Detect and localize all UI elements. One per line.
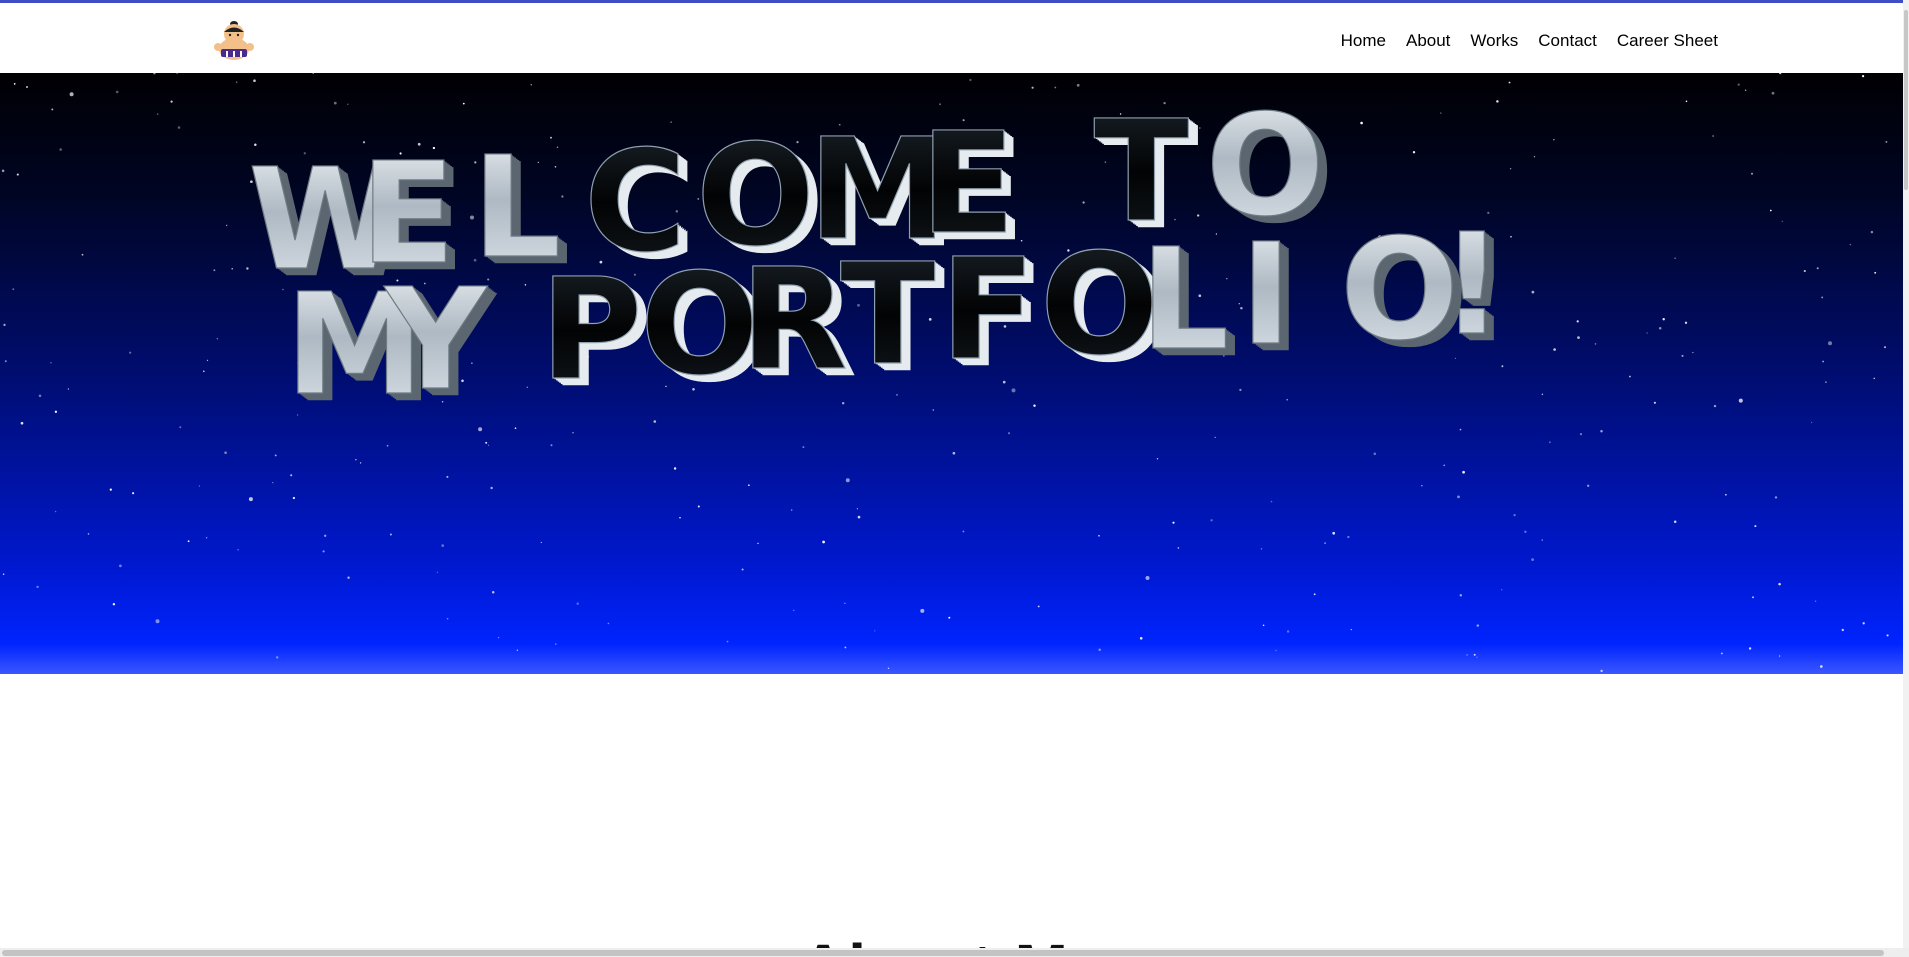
nav-about-link[interactable]: About [1406,31,1450,51]
nav-career-sheet-link[interactable]: Career Sheet [1617,31,1718,51]
vertical-scroll-thumb[interactable] [1904,10,1908,190]
hero-letter: T [840,234,936,397]
hero-letter: L [1140,219,1229,382]
navbar: Home About Works Contact Career Sheet [0,3,1903,73]
nav-works-link[interactable]: Works [1470,31,1518,51]
horizontal-scrollbar[interactable] [0,948,1909,957]
hero-banner: WWWWWWWEEEEEEELLLLLLLCCCCCCCOOOOOOOMMMMM… [0,73,1903,674]
hero-letter: Y [383,259,488,422]
sumo-wrestler-logo-icon[interactable] [212,17,256,61]
nav-home-link[interactable]: Home [1341,31,1386,51]
nav-contact-link[interactable]: Contact [1538,31,1597,51]
vertical-scrollbar[interactable] [1903,0,1909,957]
horizontal-scroll-thumb[interactable] [2,950,1884,956]
main-nav: Home About Works Contact Career Sheet [1341,31,1718,51]
hero-letter: R [740,239,848,402]
hero-letter: I [1240,214,1292,377]
hero-letter: ! [1440,204,1504,367]
hero-title: WWWWWWWEEEEEEE LLLLLLL CCCCCCC OOOOOOO MMMMM… [247,84,1513,434]
hero-letter: F [940,229,1036,392]
hero-letter: P [540,249,643,412]
